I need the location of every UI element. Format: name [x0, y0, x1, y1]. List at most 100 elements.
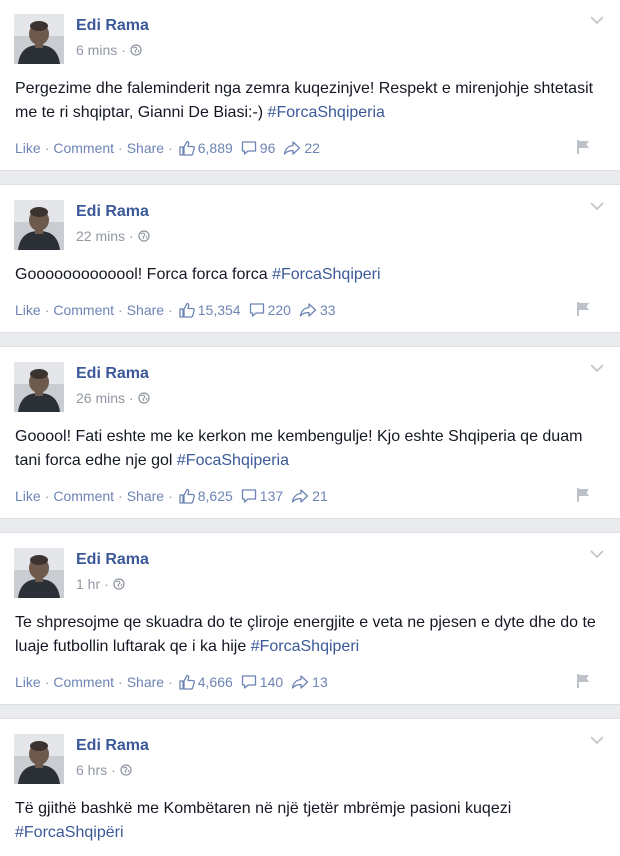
post-hashtag[interactable]: #ForcaShqiperi: [251, 638, 360, 655]
comment-link[interactable]: Comment: [53, 674, 114, 690]
flag-icon[interactable]: [576, 487, 592, 503]
action-separator: ·: [168, 302, 173, 318]
flag-icon[interactable]: [576, 139, 592, 155]
action-separator: ·: [168, 674, 173, 690]
share-count-value: 33: [319, 302, 336, 318]
author-name[interactable]: Edi Rama: [76, 737, 149, 755]
action-separator: ·: [44, 140, 50, 156]
action-separator: ·: [168, 140, 173, 156]
globe-icon[interactable]: [113, 578, 125, 590]
post-body: Të gjithë bashkë me Kombëtaren në një tj…: [15, 800, 512, 817]
speech-bubble-icon: [241, 140, 257, 156]
like-count[interactable]: 4,666: [179, 674, 233, 690]
comment-link[interactable]: Comment: [53, 302, 114, 318]
like-link[interactable]: Like: [15, 674, 41, 690]
like-link[interactable]: Like: [15, 140, 41, 156]
share-count-value: 22: [304, 140, 320, 156]
meta-separator: ·: [129, 228, 134, 244]
feed-post: Edi Rama 6 hrs · Të gjithë bashkë me Kom…: [0, 718, 620, 856]
like-count-value: 6,889: [197, 140, 233, 156]
post-hashtag[interactable]: #ForcaShqiperi: [272, 266, 381, 283]
author-avatar[interactable]: [14, 734, 64, 784]
chevron-down-icon[interactable]: [590, 15, 604, 25]
post-text: Pergezime dhe faleminderit nga zemra kuq…: [15, 77, 600, 125]
comment-count[interactable]: 137: [241, 488, 283, 504]
author-avatar[interactable]: [14, 548, 64, 598]
like-count[interactable]: 8,625: [179, 488, 233, 504]
share-link[interactable]: Share: [127, 488, 164, 504]
post-meta: 22 mins ·: [76, 228, 150, 244]
flag-icon[interactable]: [576, 673, 592, 689]
author-avatar[interactable]: [14, 14, 64, 64]
comment-link[interactable]: Comment: [53, 140, 114, 156]
comment-count-value: 220: [267, 302, 291, 318]
share-count[interactable]: 22: [283, 140, 320, 156]
meta-separator: ·: [129, 390, 134, 406]
post-actions: Like · Comment · Share · 6,889 96 22: [15, 140, 320, 156]
globe-icon[interactable]: [120, 764, 132, 776]
post-meta: 1 hr ·: [76, 576, 125, 592]
post-timestamp[interactable]: 6 hrs: [76, 762, 107, 778]
chevron-down-icon[interactable]: [590, 735, 604, 745]
action-separator: ·: [168, 488, 173, 504]
post-hashtag[interactable]: #FocaShqiperia: [177, 452, 289, 469]
like-count-value: 15,354: [197, 302, 241, 318]
globe-icon[interactable]: [138, 230, 150, 242]
post-actions: Like · Comment · Share · 8,625 137 21: [15, 488, 328, 504]
post-meta: 26 mins ·: [76, 390, 150, 406]
author-name[interactable]: Edi Rama: [76, 17, 149, 35]
post-hashtag[interactable]: #ForcaShqipëri: [15, 824, 124, 841]
like-link[interactable]: Like: [15, 302, 41, 318]
post-text: Të gjithë bashkë me Kombëtaren në një tj…: [15, 797, 600, 845]
post-meta: 6 mins ·: [76, 42, 142, 58]
globe-icon[interactable]: [138, 392, 150, 404]
author-avatar[interactable]: [14, 362, 64, 412]
post-timestamp[interactable]: 26 mins: [76, 390, 125, 406]
share-link[interactable]: Share: [127, 674, 164, 690]
post-timestamp[interactable]: 1 hr: [76, 576, 100, 592]
comment-count-value: 137: [259, 488, 284, 504]
post-body: Gooool! Fati eshte me ke kerkon me kembe…: [15, 428, 583, 469]
share-arrow-icon: [283, 140, 301, 156]
chevron-down-icon[interactable]: [590, 549, 604, 559]
post-timestamp[interactable]: 6 mins: [76, 42, 117, 58]
like-count-value: 8,625: [197, 488, 233, 504]
comment-link[interactable]: Comment: [53, 488, 114, 504]
feed-post: Edi Rama 1 hr · Te shpresojme qe skuadra…: [0, 532, 620, 705]
share-link[interactable]: Share: [127, 140, 164, 156]
action-separator: ·: [118, 302, 123, 318]
action-separator: ·: [118, 140, 123, 156]
feed-post: Edi Rama 22 mins · Gooooooooooool! Forca…: [0, 184, 620, 333]
meta-separator: ·: [121, 42, 126, 58]
share-count[interactable]: 21: [291, 488, 328, 504]
comment-count[interactable]: 220: [249, 302, 291, 318]
post-hashtag[interactable]: #ForcaShqiperia: [268, 104, 385, 121]
feed-post: Edi Rama 6 mins · Pergezime dhe falemind…: [0, 0, 620, 171]
comment-count[interactable]: 96: [241, 140, 275, 156]
like-link[interactable]: Like: [15, 488, 41, 504]
post-timestamp[interactable]: 22 mins: [76, 228, 125, 244]
share-link[interactable]: Share: [127, 302, 164, 318]
post-meta: 6 hrs ·: [76, 762, 132, 778]
author-name[interactable]: Edi Rama: [76, 365, 149, 383]
share-count-value: 21: [312, 488, 328, 504]
author-avatar[interactable]: [14, 200, 64, 250]
action-separator: ·: [44, 488, 50, 504]
like-count[interactable]: 15,354: [179, 302, 241, 318]
speech-bubble-icon: [241, 488, 257, 504]
comment-count[interactable]: 140: [241, 674, 283, 690]
share-count[interactable]: 33: [299, 302, 336, 318]
chevron-down-icon[interactable]: [590, 201, 604, 211]
speech-bubble-icon: [249, 302, 265, 318]
action-separator: ·: [44, 674, 50, 690]
meta-separator: ·: [104, 576, 109, 592]
author-name[interactable]: Edi Rama: [76, 203, 149, 221]
post-actions: Like · Comment · Share · 15,354 220 33: [15, 302, 336, 318]
globe-icon[interactable]: [130, 44, 142, 56]
flag-icon[interactable]: [576, 301, 592, 317]
share-arrow-icon: [291, 674, 309, 690]
chevron-down-icon[interactable]: [590, 363, 604, 373]
like-count[interactable]: 6,889: [179, 140, 233, 156]
share-count[interactable]: 13: [291, 674, 328, 690]
author-name[interactable]: Edi Rama: [76, 551, 149, 569]
